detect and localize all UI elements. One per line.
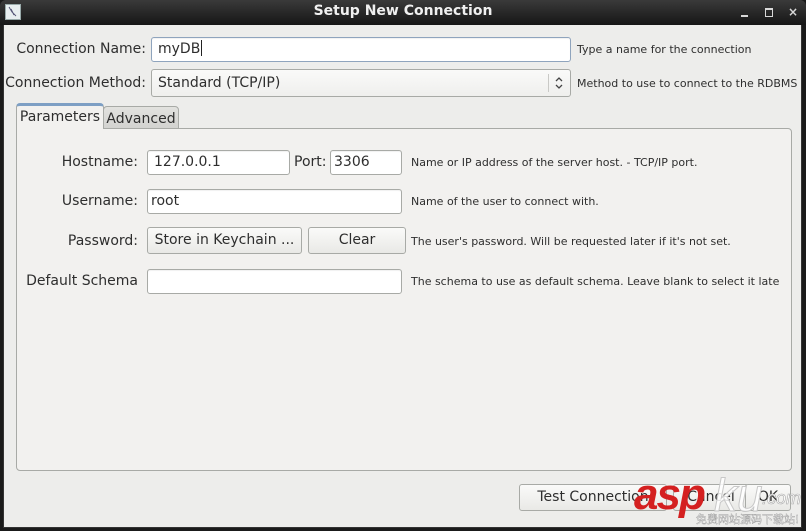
cancel-button[interactable]: Cancel bbox=[673, 484, 749, 511]
host-port-hint: Name or IP address of the server host. -… bbox=[411, 156, 698, 169]
setup-connection-dialog: Setup New Connection × Connection Name: … bbox=[0, 0, 806, 531]
close-button[interactable]: × bbox=[786, 5, 800, 19]
parameters-panel: Hostname: 127.0.0.1 Port: 3306 Name or I… bbox=[16, 128, 792, 471]
connection-name-hint: Type a name for the connection bbox=[577, 43, 752, 56]
username-label: Username: bbox=[61, 193, 138, 209]
username-input[interactable]: root bbox=[147, 189, 402, 214]
dialog-body: Connection Name: myDB Type a name for th… bbox=[3, 25, 802, 528]
tab-parameters[interactable]: Parameters bbox=[16, 103, 104, 129]
title-bar[interactable]: Setup New Connection × bbox=[0, 0, 806, 25]
connection-method-select[interactable]: Standard (TCP/IP) bbox=[151, 69, 571, 97]
connection-name-label: Connection Name: bbox=[16, 41, 146, 57]
port-input[interactable]: 3306 bbox=[330, 150, 402, 175]
maximize-button[interactable] bbox=[762, 5, 776, 19]
connection-name-input[interactable]: myDB bbox=[151, 37, 571, 62]
combo-separator bbox=[548, 74, 549, 92]
hostname-label: Hostname: bbox=[61, 154, 138, 170]
port-label: Port: bbox=[294, 154, 327, 170]
ok-button[interactable]: OK bbox=[745, 484, 791, 511]
chevron-up-down-icon bbox=[555, 77, 563, 89]
window-title: Setup New Connection bbox=[313, 3, 493, 19]
connection-method-value: Standard (TCP/IP) bbox=[158, 75, 281, 91]
test-connection-button[interactable]: Test Connection bbox=[519, 484, 667, 511]
password-hint: The user's password. Will be requested l… bbox=[411, 235, 731, 248]
default-schema-label: Default Schema bbox=[26, 273, 138, 289]
hostname-input[interactable]: 127.0.0.1 bbox=[147, 150, 290, 175]
text-caret bbox=[201, 40, 203, 56]
minimize-button[interactable] bbox=[738, 5, 752, 19]
connection-method-label: Connection Method: bbox=[5, 75, 146, 91]
connection-method-hint: Method to use to connect to the RDBMS bbox=[577, 77, 798, 90]
username-hint: Name of the user to connect with. bbox=[411, 195, 599, 208]
default-schema-hint: The schema to use as default schema. Lea… bbox=[411, 275, 780, 288]
store-in-keychain-button[interactable]: Store in Keychain ... bbox=[147, 227, 302, 254]
clear-password-button[interactable]: Clear bbox=[308, 227, 406, 254]
default-schema-input[interactable] bbox=[147, 269, 402, 294]
tab-advanced[interactable]: Advanced bbox=[103, 106, 179, 130]
password-label: Password: bbox=[67, 233, 138, 249]
connection-name-value: myDB bbox=[158, 41, 201, 57]
